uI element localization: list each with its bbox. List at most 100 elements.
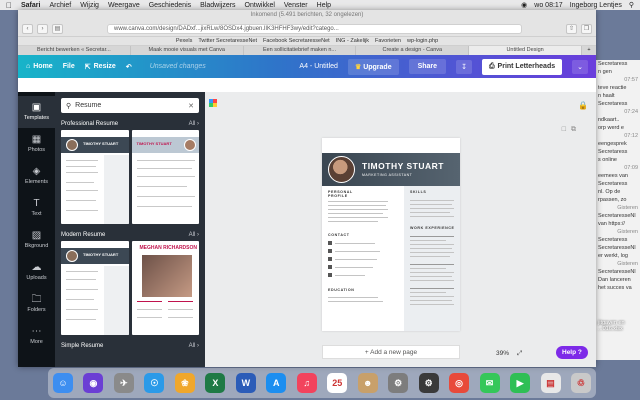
nav-templates[interactable]: ▣ Templates xyxy=(18,96,55,128)
message-snippet[interactable]: SecretaresseNl xyxy=(596,268,640,276)
resume-heading-skills[interactable]: SKILLS xyxy=(410,190,426,194)
canva-icon[interactable]: ⚙ xyxy=(418,373,439,393)
contacts-icon[interactable]: ☻ xyxy=(357,373,378,393)
fav-ing[interactable]: ING - Zakelijk xyxy=(336,37,369,45)
menu-archief[interactable]: Archief xyxy=(49,2,71,9)
template-thumb[interactable]: MEGHAN RICHARDSON xyxy=(131,241,199,335)
message-snippet[interactable]: SecretaresseNl xyxy=(596,244,640,252)
address-bar[interactable]: www.canva.com/design/DADxf...jixRLw/8OSD… xyxy=(107,23,522,34)
fav-twitter[interactable]: Twitter SecretaresseNet xyxy=(198,37,257,45)
messages-icon[interactable]: ✉ xyxy=(479,373,500,393)
trash-icon[interactable]: ♲ xyxy=(570,373,591,393)
message-snippet[interactable]: Dan lanceren xyxy=(596,276,640,284)
spotlight-icon[interactable]: ⚲ xyxy=(629,1,634,9)
resume-heading-work[interactable]: WORK EXPERIENCE xyxy=(410,226,458,230)
menubar-user[interactable]: Ingeborg Lentjes xyxy=(570,2,622,9)
chrome-icon[interactable]: ◎ xyxy=(449,373,470,393)
message-snippet[interactable]: het succes va xyxy=(596,284,640,292)
message-snippet[interactable]: n gen xyxy=(596,68,640,76)
message-snippet[interactable]: Secretaress xyxy=(596,100,640,108)
nav-uploads[interactable]: ☁ Uploads xyxy=(18,256,55,288)
sidebar-toggle-icon[interactable]: ▤ xyxy=(52,23,63,34)
color-palette-icon[interactable] xyxy=(209,99,217,107)
facetime-icon[interactable]: ▶ xyxy=(510,373,531,393)
browser-tab-active[interactable]: Untitled Design xyxy=(469,46,582,55)
new-tab-button[interactable]: + xyxy=(582,46,596,55)
message-snippet[interactable]: Secretaress xyxy=(596,236,640,244)
calendar-icon[interactable]: 25 xyxy=(327,373,348,393)
fav-facebook[interactable]: Facebook SecretaresseNet xyxy=(263,37,330,45)
forward-icon[interactable]: › xyxy=(37,23,48,34)
menu-help[interactable]: Help xyxy=(317,2,331,9)
safari-icon[interactable]: ☉ xyxy=(144,373,165,393)
message-snippet[interactable]: nl. Op de xyxy=(596,188,640,196)
comment-icon[interactable]: □ xyxy=(562,126,566,134)
resume-heading-contact[interactable]: CONTACT xyxy=(328,233,350,237)
apple-logo-icon[interactable]:  xyxy=(6,1,12,10)
fav-favorieten[interactable]: Favorieten xyxy=(375,37,401,45)
undo-icon[interactable]: ↶ xyxy=(126,63,132,71)
nav-background[interactable]: ▨ Bkground xyxy=(18,224,55,256)
print-button[interactable]: ⎙ Print Letterheads xyxy=(481,58,563,75)
menubar-clock[interactable]: wo 08:17 xyxy=(534,2,562,9)
message-snippet[interactable]: Secretaress xyxy=(596,60,640,68)
doc-title[interactable]: A4 - Untitled xyxy=(299,63,338,70)
menu-geschiedenis[interactable]: Geschiedenis xyxy=(149,2,191,9)
wifi-icon[interactable]: ◉ xyxy=(521,1,527,9)
browser-tab[interactable]: Create a design - Canva xyxy=(356,46,470,55)
menu-bladwijzers[interactable]: Bladwijzers xyxy=(200,2,235,9)
lock-icon[interactable]: 🔒 xyxy=(578,101,588,110)
file-button[interactable]: File xyxy=(63,63,75,70)
see-all-link[interactable]: All › xyxy=(189,121,199,127)
message-snippet[interactable]: orp werd e xyxy=(596,124,640,132)
nav-photos[interactable]: ▦ Photos xyxy=(18,128,55,160)
message-snippet[interactable]: s online xyxy=(596,156,640,164)
back-icon[interactable]: ‹ xyxy=(22,23,33,34)
fullscreen-icon[interactable]: ⤢ xyxy=(517,350,522,358)
resize-button[interactable]: ⇱ Resize xyxy=(85,63,116,71)
resume-header[interactable]: TIMOTHY STUART MARKETING ASSISTANT xyxy=(322,153,460,186)
preview-icon[interactable]: ▤ xyxy=(540,373,561,393)
resume-heading-profile[interactable]: PERSONAL PROFILE xyxy=(328,190,368,198)
template-thumb[interactable]: TIMOTHY STUART xyxy=(131,130,199,224)
resume-photo[interactable] xyxy=(328,156,355,183)
see-all-link[interactable]: All › xyxy=(189,232,199,238)
resume-heading-education[interactable]: EDUCATION xyxy=(328,288,355,292)
nav-text[interactable]: T Text xyxy=(18,192,55,224)
word-icon[interactable]: W xyxy=(235,373,256,393)
message-snippet[interactable]: Secretaress xyxy=(596,180,640,188)
finder-icon[interactable]: ☺ xyxy=(53,373,73,393)
desktop-file[interactable]: jitgaven en ...016.xlsx xyxy=(598,320,640,332)
nav-more[interactable]: ⋯ More xyxy=(18,320,55,352)
template-search-input[interactable]: ⚲ Resume ✕ xyxy=(61,98,199,113)
resume-name[interactable]: TIMOTHY STUART xyxy=(362,161,444,171)
tabs-overview-icon[interactable]: ❐ xyxy=(581,23,592,34)
nav-elements[interactable]: ◈ Elements xyxy=(18,160,55,192)
message-snippet[interactable]: eengesprek xyxy=(596,140,640,148)
menu-venster[interactable]: Venster xyxy=(284,2,308,9)
message-snippet[interactable]: ndkaart.. xyxy=(596,116,640,124)
menu-app-name[interactable]: Safari xyxy=(21,2,40,9)
template-thumb[interactable]: TIMOTHY STUART xyxy=(61,241,129,335)
settings-icon[interactable]: ⚙ xyxy=(388,373,409,393)
music-icon[interactable]: ♫ xyxy=(296,373,317,393)
launchpad-icon[interactable]: ✈ xyxy=(113,373,134,393)
siri-icon[interactable]: ◉ xyxy=(83,373,104,393)
photos-icon[interactable]: ❀ xyxy=(174,373,195,393)
clear-search-icon[interactable]: ✕ xyxy=(188,102,194,110)
download-icon[interactable]: ↧ xyxy=(456,59,472,74)
menu-ontwikkel[interactable]: Ontwikkel xyxy=(245,2,275,9)
message-snippet[interactable]: rpassen, zo xyxy=(596,196,640,204)
duplicate-page-icon[interactable]: ⧉ xyxy=(571,126,576,134)
app-store-icon[interactable]: A xyxy=(266,373,287,393)
browser-tab[interactable]: Bericht bewerken « Secretar... xyxy=(18,46,131,55)
message-snippet[interactable]: er werkt, log xyxy=(596,252,640,260)
template-thumb[interactable]: TIMOTHY STUART xyxy=(61,130,129,224)
see-all-link[interactable]: All › xyxy=(189,343,199,349)
message-snippet[interactable]: teve reactie xyxy=(596,84,640,92)
share-icon[interactable]: ⇧ xyxy=(566,23,577,34)
message-snippet[interactable]: Secretaress xyxy=(596,148,640,156)
chevron-down-icon[interactable]: ⌄ xyxy=(572,59,588,74)
browser-tab[interactable]: Een sollicitatiebrief maken n... xyxy=(244,46,357,55)
share-button[interactable]: Share xyxy=(408,59,447,74)
